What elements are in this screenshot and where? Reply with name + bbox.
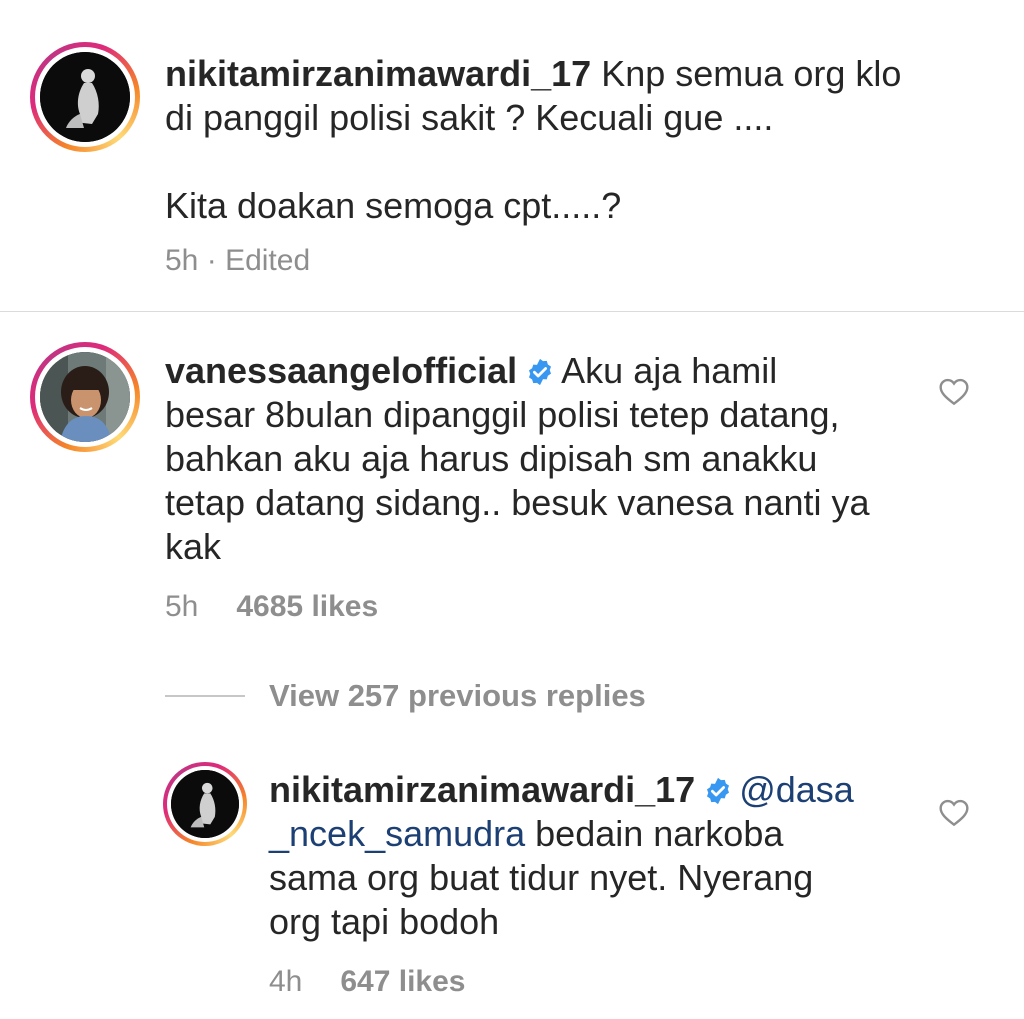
- view-replies-label: View 257 previous replies: [269, 678, 646, 713]
- comment-text-line: bahkan aku aja harus dipisah sm anakku: [165, 438, 818, 479]
- heart-icon[interactable]: [938, 797, 970, 827]
- comment-text-line: bedain narkoba: [525, 813, 784, 854]
- comment-meta: 5h 4685 likes: [165, 589, 378, 625]
- comment-text-line: org tapi bodoh: [269, 901, 500, 942]
- mention-link[interactable]: _ncek_samudra: [269, 813, 525, 854]
- heart-icon[interactable]: [938, 376, 970, 406]
- comment-username[interactable]: vanessaangelofficial: [165, 350, 517, 391]
- comment-username[interactable]: nikitamirzanimawardi_17: [269, 769, 695, 810]
- comment-text-line: besar 8bulan dipanggil polisi tetep data…: [165, 394, 840, 435]
- avatar[interactable]: [40, 352, 130, 442]
- comment-text-line: Knp semua org klo: [601, 53, 902, 94]
- avatar-nikita-image: [40, 52, 130, 142]
- meta-separator: ·: [206, 244, 217, 277]
- comment-text-line: di panggil polisi sakit ? Kecuali gue ..…: [165, 97, 774, 138]
- comment-text-line: sama org buat tidur nyet. Nyerang: [269, 857, 814, 898]
- verified-badge-icon: [529, 358, 552, 386]
- comment-time[interactable]: 5h: [165, 244, 198, 277]
- edited-label: Edited: [225, 244, 311, 277]
- mention-link[interactable]: @dasa: [739, 769, 854, 810]
- comment-username[interactable]: nikitamirzanimawardi_17: [165, 53, 591, 94]
- verified-badge-icon: [707, 777, 730, 805]
- comment-time[interactable]: 4h: [269, 965, 302, 998]
- avatar-nikita-image: [171, 770, 239, 838]
- comment-body: nikitamirzanimawardi_17 @dasa _ncek_samud…: [269, 768, 919, 944]
- comment-text-line: kak: [165, 526, 222, 567]
- divider: [0, 311, 1024, 312]
- view-previous-replies-button[interactable]: View 257 previous replies: [165, 676, 646, 716]
- likes-count[interactable]: 4685 likes: [236, 590, 378, 623]
- comment-text-line: tetap datang sidang.. besuk vanesa nanti…: [165, 482, 870, 523]
- replies-line: [165, 695, 245, 697]
- comment-text-line: Aku aja hamil: [561, 350, 778, 391]
- comments-screen: nikitamirzanimawardi_17 Knp semua org kl…: [0, 0, 1024, 1019]
- avatar[interactable]: [171, 770, 239, 838]
- comment-text-line: Kita doakan semoga cpt.....?: [165, 185, 622, 226]
- comment-meta: 4h 647 likes: [269, 964, 466, 1000]
- comment-body: nikitamirzanimawardi_17 Knp semua org kl…: [165, 52, 1005, 228]
- likes-count[interactable]: 647 likes: [340, 965, 465, 998]
- comment-time[interactable]: 5h: [165, 590, 198, 623]
- comment-meta: 5h · Edited: [165, 243, 310, 279]
- comment-body: vanessaangelofficial Aku aja hamil besar …: [165, 349, 935, 569]
- avatar-vanessa-image: [40, 352, 130, 442]
- avatar[interactable]: [40, 52, 130, 142]
